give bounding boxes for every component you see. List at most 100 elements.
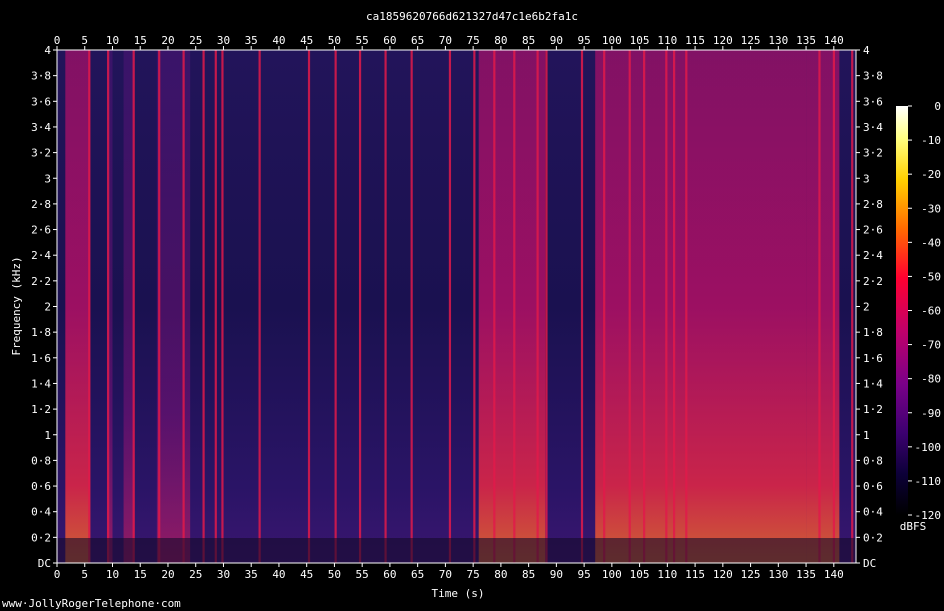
x-tick-label: 40 [272, 568, 285, 581]
y-tick-label: 3·2 [31, 147, 51, 160]
vertical-line [818, 50, 821, 563]
x-tick-label: 45 [300, 568, 313, 581]
x-tick-label: 90 [550, 568, 563, 581]
y-tick-label: 2·8 [863, 198, 883, 211]
colorbar-label: dBFS [900, 520, 927, 533]
colorbar-tick-label: -10 [921, 134, 941, 147]
y-tick-label: 1·8 [31, 326, 51, 339]
low-frequency-band [57, 538, 856, 563]
x-tick-label: 10 [106, 568, 119, 581]
x-tick-label: 35 [245, 568, 258, 581]
x-tick-label: 105 [630, 568, 650, 581]
y-tick-label: 2·2 [863, 275, 883, 288]
x-tick-label: 50 [328, 34, 341, 47]
y-tick-label: 3 [863, 172, 870, 185]
vertical-line [685, 50, 688, 563]
colorbar [896, 106, 908, 515]
y-tick-label: DC [38, 557, 51, 570]
x-tick-label: 50 [328, 568, 341, 581]
energy-region [156, 50, 191, 563]
x-tick-label: 95 [577, 568, 590, 581]
x-axis-label: Time (s) [432, 587, 485, 600]
colorbar-tick-label: -30 [921, 202, 941, 215]
x-tick-label: 120 [713, 568, 733, 581]
x-tick-label: 30 [217, 34, 230, 47]
y-tick-label: 0·4 [31, 506, 51, 519]
colorbar-ticks: 0-10-20-30-40-50-60-70-80-90-100-110-120 [908, 100, 941, 522]
vertical-line [88, 50, 91, 563]
vertical-line [258, 50, 261, 563]
x-tick-label: 115 [685, 568, 705, 581]
x-tick-label: 135 [796, 568, 816, 581]
y-tick-label: DC [863, 557, 876, 570]
vertical-line [643, 50, 646, 563]
vertical-line [536, 50, 539, 563]
x-tick-label: 0 [54, 34, 61, 47]
y-tick-label: 4 [44, 44, 51, 57]
x-tick-label: 10 [106, 34, 119, 47]
vertical-line [832, 50, 836, 563]
x-tick-label: 95 [577, 34, 590, 47]
x-tick-label: 40 [272, 34, 285, 47]
vertical-line [628, 50, 631, 563]
colorbar-tick-label: -70 [921, 339, 941, 352]
y-tick-label: 3·4 [863, 121, 883, 134]
y-tick-label: 3·6 [31, 95, 51, 108]
x-tick-label: 105 [630, 34, 650, 47]
spectrogram-chart: ca1859620766d621327d47c1e6b2fa1c 0055101… [2, 10, 941, 610]
x-tick-label: 110 [657, 34, 677, 47]
x-tick-label: 25 [189, 568, 202, 581]
x-tick-label: 140 [824, 568, 844, 581]
x-tick-label: 125 [741, 34, 761, 47]
vertical-line [603, 50, 606, 563]
vertical-line [580, 50, 584, 563]
y-tick-label: 3·2 [863, 147, 883, 160]
y-tick-label: 3 [44, 172, 51, 185]
x-tick-label: 75 [467, 568, 480, 581]
x-tick-label: 15 [134, 568, 147, 581]
y-tick-label: 3·8 [863, 70, 883, 83]
vertical-line [410, 50, 413, 563]
colorbar-tick-label: -80 [921, 373, 941, 386]
x-tick-label: 70 [439, 568, 452, 581]
vertical-line [358, 50, 362, 563]
x-tick-label: 130 [768, 568, 788, 581]
vertical-line [665, 50, 668, 563]
colorbar-tick-label: -90 [921, 407, 941, 420]
y-tick-label: 1 [44, 429, 51, 442]
x-tick-label: 70 [439, 34, 452, 47]
energy-region [595, 50, 807, 563]
vertical-line [158, 50, 161, 563]
x-tick-label: 55 [356, 568, 369, 581]
y-tick-label: 0·2 [863, 531, 883, 544]
x-tick-label: 85 [522, 34, 535, 47]
y-tick-label: 0·8 [863, 454, 883, 467]
x-tick-label: 130 [768, 34, 788, 47]
vertical-line [513, 50, 516, 563]
y-tick-label: 1·4 [863, 377, 883, 390]
y-tick-label: 2·4 [31, 249, 51, 262]
colorbar-tick-label: -50 [921, 270, 941, 283]
colorbar-tick-label: 0 [934, 100, 941, 113]
x-tick-label: 5 [81, 568, 88, 581]
y-tick-label: 0·6 [31, 480, 51, 493]
y-tick-label: 2·6 [31, 224, 51, 237]
y-tick-label: 1·2 [31, 403, 51, 416]
y-tick-label: 2·6 [863, 224, 883, 237]
x-tick-label: 60 [383, 34, 396, 47]
vertical-line [221, 50, 224, 563]
y-tick-label: 4 [863, 44, 870, 57]
x-tick-label: 110 [657, 568, 677, 581]
y-axis-label: Frequency (kHz) [10, 256, 23, 355]
y-tick-label: 2·4 [863, 249, 883, 262]
x-tick-label: 120 [713, 34, 733, 47]
vertical-line [545, 50, 548, 563]
y-tick-label: 0·2 [31, 531, 51, 544]
x-tick-label: 125 [741, 568, 761, 581]
y-tick-label: 2 [863, 301, 870, 314]
energy-region [478, 50, 546, 563]
y-tick-label: 1·8 [863, 326, 883, 339]
vertical-line [673, 50, 676, 563]
y-tick-label: 2·2 [31, 275, 51, 288]
vertical-line [202, 50, 205, 563]
